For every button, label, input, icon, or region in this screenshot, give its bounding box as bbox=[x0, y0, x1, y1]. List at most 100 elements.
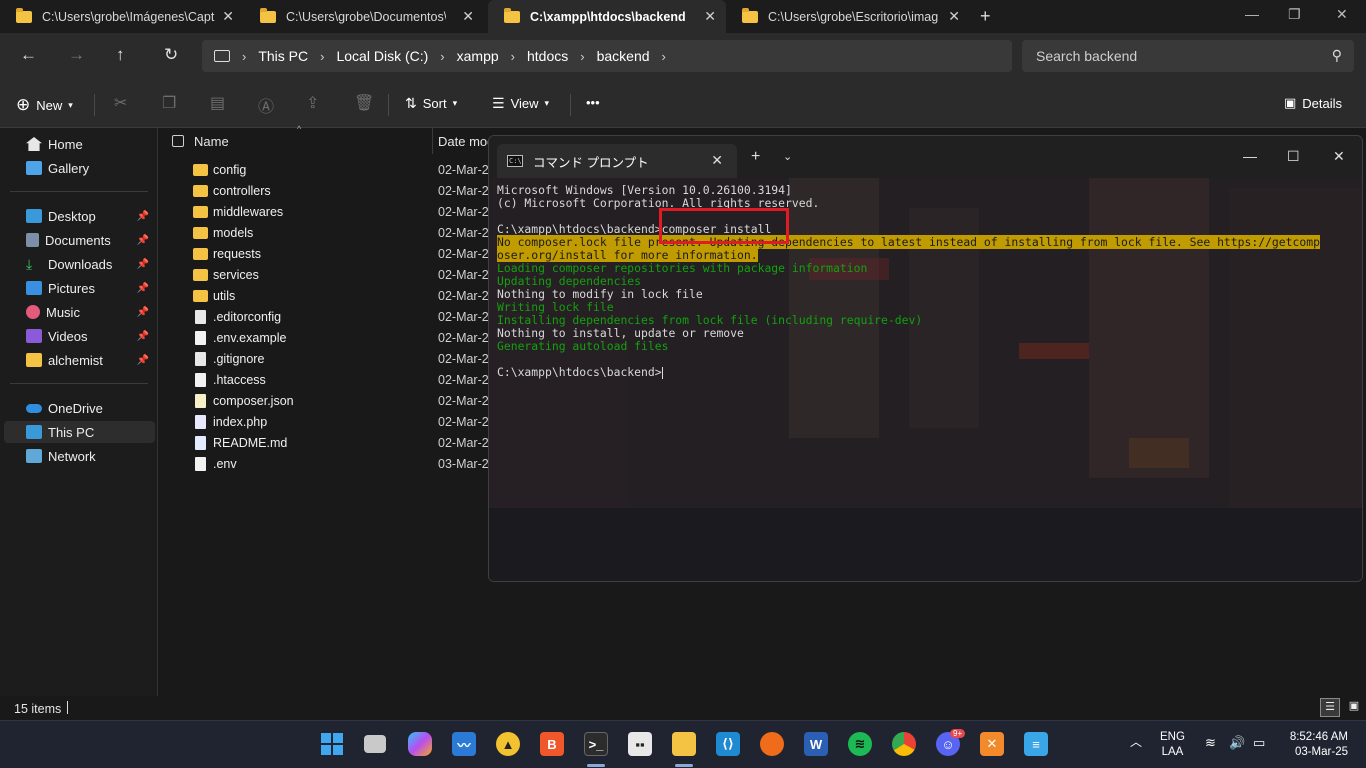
sidebar-item-onedrive[interactable]: OneDrive bbox=[0, 397, 155, 419]
file-row[interactable]: controllers 02-Mar-25 bbox=[159, 180, 499, 201]
file-row[interactable]: .editorconfig 02-Mar-25 bbox=[159, 306, 499, 327]
select-all-checkbox[interactable] bbox=[172, 128, 184, 154]
volume-icon[interactable]: 🔊 bbox=[1229, 735, 1245, 750]
app-icon[interactable]: ▪▪ bbox=[628, 732, 652, 756]
file-row[interactable]: .env.example 02-Mar-25 bbox=[159, 327, 499, 348]
paste-icon[interactable]: ▤ bbox=[210, 93, 225, 113]
minimize-button[interactable]: — bbox=[1245, 6, 1259, 22]
tab-imagenes[interactable]: C:\Users\grobe\Imágenes\Capt ✕ bbox=[0, 0, 244, 33]
chevron-right-icon[interactable]: › bbox=[580, 49, 584, 64]
start-icon[interactable] bbox=[320, 732, 344, 756]
xampp-icon[interactable]: ✕ bbox=[980, 732, 1004, 756]
column-header-name[interactable]: Name bbox=[194, 128, 229, 154]
refresh-button[interactable]: ↻ bbox=[164, 45, 178, 65]
file-row[interactable]: README.md 02-Mar-25 bbox=[159, 432, 499, 453]
word-icon[interactable]: W bbox=[804, 732, 828, 756]
details-view-icon[interactable]: ☰ bbox=[1320, 698, 1340, 717]
forward-button[interactable]: → bbox=[68, 45, 85, 65]
file-row[interactable]: composer.json 02-Mar-25 bbox=[159, 390, 499, 411]
search-input[interactable]: Search backend ⚲ bbox=[1022, 40, 1354, 72]
chevron-right-icon[interactable]: › bbox=[440, 49, 444, 64]
wifi-icon[interactable]: ≋ bbox=[1205, 735, 1216, 750]
brave-browser-icon[interactable]: B bbox=[540, 732, 564, 756]
breadcrumb-xampp[interactable]: xampp bbox=[457, 48, 499, 64]
chevron-right-icon[interactable]: › bbox=[511, 49, 515, 64]
new-terminal-tab-button[interactable]: + bbox=[751, 148, 760, 166]
command-prompt-window[interactable]: C:\ コマンド プロンプト ✕ + ⌄ — ☐ ✕ Microsoft Win… bbox=[488, 135, 1363, 582]
sidebar-item-pictures[interactable]: Pictures 📌 bbox=[0, 277, 155, 299]
column-divider[interactable] bbox=[432, 128, 433, 154]
chevron-up-icon[interactable]: ︿ bbox=[1130, 735, 1142, 750]
console-output[interactable]: Microsoft Windows [Version 10.0.26100.31… bbox=[497, 184, 1357, 379]
breadcrumb-htdocs[interactable]: htdocs bbox=[527, 48, 568, 64]
tab-documentos[interactable]: C:\Users\grobe\Documentos\sl ✕ bbox=[244, 0, 484, 33]
chevron-right-icon[interactable]: › bbox=[242, 49, 246, 64]
sidebar-item-music[interactable]: Music 📌 bbox=[0, 301, 155, 323]
file-row[interactable]: middlewares 02-Mar-25 bbox=[159, 201, 499, 222]
close-window-button[interactable]: ✕ bbox=[1333, 148, 1345, 165]
chevron-down-icon[interactable]: ⌄ bbox=[783, 150, 792, 163]
tab-escritorio[interactable]: C:\Users\grobe\Escritorio\imag ✕ bbox=[726, 0, 970, 33]
address-bar[interactable]: › This PC › Local Disk (C:) › xampp › ht… bbox=[202, 40, 1012, 72]
battery-icon[interactable]: ▭ bbox=[1253, 735, 1265, 750]
tab-backend[interactable]: C:\xampp\htdocs\backend ✕ bbox=[488, 0, 726, 33]
close-tab-icon[interactable]: ✕ bbox=[704, 8, 716, 25]
chevron-right-icon[interactable]: › bbox=[320, 49, 324, 64]
more-options-button[interactable]: ••• bbox=[586, 95, 600, 110]
maximize-button[interactable]: ❐ bbox=[1288, 6, 1301, 23]
breadcrumb-this-pc[interactable]: This PC bbox=[258, 48, 308, 64]
file-row[interactable]: .gitignore 02-Mar-25 bbox=[159, 348, 499, 369]
sidebar-item-network[interactable]: Network bbox=[0, 445, 155, 467]
terminal-icon[interactable]: >_ bbox=[584, 732, 608, 756]
file-row[interactable]: .htaccess 02-Mar-25 bbox=[159, 369, 499, 390]
new-tab-button[interactable]: + bbox=[980, 6, 991, 27]
app-icon[interactable]: ▲ bbox=[496, 732, 520, 756]
file-row[interactable]: services 02-Mar-25 bbox=[159, 264, 499, 285]
breadcrumb-backend[interactable]: backend bbox=[597, 48, 650, 64]
chrome-icon[interactable] bbox=[892, 732, 916, 756]
copilot-icon[interactable] bbox=[408, 732, 432, 756]
sidebar-item-home[interactable]: Home bbox=[0, 133, 155, 155]
delete-icon[interactable]: 🗑 bbox=[354, 93, 374, 113]
file-row[interactable]: utils 02-Mar-25 bbox=[159, 285, 499, 306]
close-tab-icon[interactable]: ✕ bbox=[222, 8, 234, 25]
sidebar-item-alchemist[interactable]: alchemist 📌 bbox=[0, 349, 155, 371]
file-row[interactable]: requests 02-Mar-25 bbox=[159, 243, 499, 264]
share-icon[interactable]: ⇪ bbox=[306, 93, 319, 113]
sidebar-item-desktop[interactable]: Desktop 📌 bbox=[0, 205, 155, 227]
file-row[interactable]: models 02-Mar-25 bbox=[159, 222, 499, 243]
input-language-indicator[interactable]: ENG LAA bbox=[1160, 730, 1185, 760]
close-window-button[interactable]: ✕ bbox=[1336, 6, 1348, 23]
close-tab-icon[interactable]: ✕ bbox=[711, 152, 723, 169]
sort-button[interactable]: ⇅ Sort ▾ bbox=[405, 95, 457, 112]
close-tab-icon[interactable]: ✕ bbox=[462, 8, 474, 25]
breadcrumb-local-disk[interactable]: Local Disk (C:) bbox=[336, 48, 428, 64]
sidebar-item-videos[interactable]: Videos 📌 bbox=[0, 325, 155, 347]
minimize-button[interactable]: — bbox=[1243, 148, 1257, 164]
file-row[interactable]: .env 03-Mar-25 bbox=[159, 453, 499, 474]
clock[interactable]: 8:52:46 AM 03-Mar-25 bbox=[1286, 730, 1348, 760]
view-button[interactable]: ☰ View ▾ bbox=[492, 95, 549, 112]
tiles-view-icon[interactable]: ▣ bbox=[1344, 698, 1364, 717]
sidebar-item-documents[interactable]: Documents 📌 bbox=[0, 229, 155, 251]
copy-icon[interactable]: ❐ bbox=[162, 93, 176, 113]
chevron-right-icon[interactable]: › bbox=[662, 49, 666, 64]
sidebar-item-gallery[interactable]: Gallery bbox=[0, 157, 155, 179]
column-header-date[interactable]: Date mod bbox=[438, 128, 494, 154]
maximize-button[interactable]: ☐ bbox=[1287, 148, 1300, 165]
firefox-icon[interactable] bbox=[760, 732, 784, 756]
spotify-icon[interactable]: ≋ bbox=[848, 732, 872, 756]
rename-icon[interactable]: Ⓐ bbox=[258, 93, 274, 117]
file-explorer-icon[interactable] bbox=[672, 732, 696, 756]
cut-icon[interactable]: ✂ bbox=[114, 93, 127, 113]
file-row[interactable]: config 02-Mar-25 bbox=[159, 159, 499, 180]
task-view-icon[interactable] bbox=[364, 735, 386, 753]
terminal-tab[interactable]: C:\ コマンド プロンプト ✕ bbox=[497, 144, 737, 178]
back-button[interactable]: ← bbox=[20, 45, 37, 65]
details-button[interactable]: ▣ Details bbox=[1284, 95, 1342, 111]
new-button[interactable]: ⊕ New ▾ bbox=[16, 95, 73, 115]
up-button[interactable]: ↑ bbox=[116, 45, 125, 65]
stocks-widget-icon[interactable]: 〰 bbox=[452, 732, 476, 756]
close-tab-icon[interactable]: ✕ bbox=[948, 8, 960, 25]
file-row[interactable]: index.php 02-Mar-25 bbox=[159, 411, 499, 432]
